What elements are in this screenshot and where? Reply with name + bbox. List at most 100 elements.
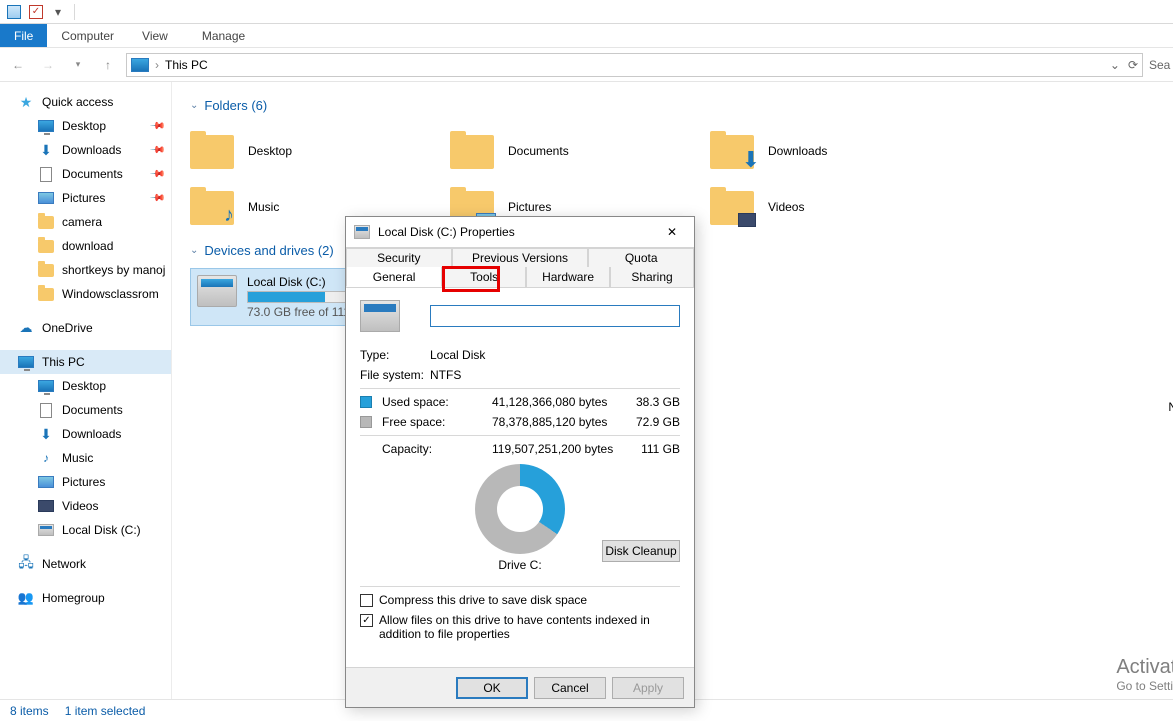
close-button[interactable]: ✕	[658, 221, 686, 243]
cloud-icon: ☁	[18, 320, 34, 336]
compress-checkbox-row[interactable]: Compress this drive to save disk space	[360, 593, 680, 607]
sidebar-pc-downloads[interactable]: ⬇Downloads	[0, 422, 171, 446]
tab-quota[interactable]: Quota	[588, 248, 694, 267]
free-gb: 72.9 GB	[620, 415, 680, 429]
folder-icon	[38, 240, 54, 253]
document-icon	[40, 167, 52, 182]
pictures-icon	[38, 476, 54, 488]
folder-icon	[190, 131, 236, 171]
tab-tools[interactable]: Tools	[442, 267, 526, 287]
apply-button[interactable]: Apply	[612, 677, 684, 699]
index-checkbox-row[interactable]: ✓ Allow files on this drive to have cont…	[360, 613, 680, 641]
music-icon: ♪	[38, 450, 54, 466]
free-bytes: 78,378,885,120 bytes	[492, 415, 620, 429]
sidebar-onedrive[interactable]: ☁OneDrive	[0, 316, 171, 340]
folder-documents[interactable]: Documents	[450, 123, 710, 179]
cancel-button[interactable]: Cancel	[534, 677, 606, 699]
ok-button[interactable]: OK	[456, 677, 528, 699]
document-icon	[40, 403, 52, 418]
tab-previous-versions[interactable]: Previous Versions	[452, 248, 589, 267]
volume-label-input[interactable]	[430, 305, 680, 327]
sidebar-pc-music[interactable]: ♪Music	[0, 446, 171, 470]
compress-checkbox[interactable]	[360, 594, 373, 607]
videos-icon	[38, 500, 54, 512]
ribbon-tabs: File Computer View Manage	[0, 24, 1173, 48]
sidebar-pictures[interactable]: Pictures📌	[0, 186, 171, 210]
qat-icon-1[interactable]	[4, 2, 24, 22]
filesystem-value: NTFS	[430, 368, 461, 382]
tab-sharing[interactable]: Sharing	[610, 267, 694, 287]
recent-dropdown[interactable]: ▾	[66, 53, 90, 77]
sidebar-documents[interactable]: Documents📌	[0, 162, 171, 186]
index-checkbox[interactable]: ✓	[360, 614, 373, 627]
desktop-icon	[38, 120, 54, 132]
drive-icon	[197, 275, 237, 307]
qat-icon-2[interactable]: ✓	[26, 2, 46, 22]
quick-access-toolbar: ✓ ▾ Drive Tools This PC	[0, 0, 1173, 24]
up-button[interactable]: ↑	[96, 53, 120, 77]
capacity-gb: 111 GB	[620, 442, 680, 456]
refresh-icon[interactable]: ⟳	[1128, 58, 1138, 72]
tab-row-front: General Tools Hardware Sharing	[346, 267, 694, 287]
tab-security[interactable]: Security	[346, 248, 452, 267]
tab-general[interactable]: General	[346, 267, 442, 287]
sidebar-pc-pictures[interactable]: Pictures	[0, 470, 171, 494]
address-dropdown-icon[interactable]: ⌄	[1110, 58, 1120, 72]
tab-hardware[interactable]: Hardware	[526, 267, 610, 287]
view-tab[interactable]: View	[128, 24, 182, 47]
back-button[interactable]: ←	[6, 53, 30, 77]
star-icon: ★	[18, 94, 34, 110]
free-color-swatch	[360, 416, 372, 428]
sidebar-shortkeys[interactable]: shortkeys by manoj	[0, 258, 171, 282]
chevron-down-icon: ⌄	[190, 100, 198, 111]
sidebar-windowsclassroom[interactable]: Windowsclassrom	[0, 282, 171, 306]
dialog-titlebar[interactable]: Local Disk (C:) Properties ✕	[346, 217, 694, 247]
sidebar-pc-desktop[interactable]: Desktop	[0, 374, 171, 398]
qat-dropdown-icon[interactable]: ▾	[48, 2, 68, 22]
sidebar-camera[interactable]: camera	[0, 210, 171, 234]
compress-label: Compress this drive to save disk space	[379, 593, 587, 607]
this-pc-icon	[131, 58, 149, 72]
sidebar-this-pc[interactable]: This PC	[0, 350, 171, 374]
manage-tab[interactable]: Manage	[188, 24, 259, 47]
sidebar-download-folder[interactable]: download	[0, 234, 171, 258]
chevron-down-icon: ⌄	[190, 245, 198, 256]
tab-row-back: Security Previous Versions Quota	[346, 247, 694, 267]
computer-tab[interactable]: Computer	[47, 24, 128, 47]
sidebar-desktop[interactable]: Desktop📌	[0, 114, 171, 138]
edge-letter: N	[1168, 400, 1173, 414]
folder-icon: ⬇	[710, 131, 756, 171]
pin-icon: 📌	[148, 142, 165, 159]
folders-group-header[interactable]: ⌄Folders (6)	[190, 98, 1155, 113]
dialog-button-row: OK Cancel Apply	[346, 667, 694, 707]
sidebar-pc-localdisk[interactable]: Local Disk (C:)	[0, 518, 171, 542]
pin-icon: 📌	[148, 166, 165, 183]
used-label: Used space:	[382, 395, 492, 409]
file-tab[interactable]: File	[0, 24, 47, 47]
search-box[interactable]: Sea	[1149, 58, 1167, 72]
folder-icon	[38, 216, 54, 229]
folder-downloads[interactable]: ⬇Downloads	[710, 123, 970, 179]
folder-desktop[interactable]: Desktop	[190, 123, 450, 179]
sidebar-network[interactable]: 🖧Network	[0, 552, 171, 576]
index-label: Allow files on this drive to have conten…	[379, 613, 659, 641]
pc-icon	[18, 356, 34, 368]
sidebar-pc-videos[interactable]: Videos	[0, 494, 171, 518]
nav-row: ← → ▾ ↑ › This PC ⌄ ⟳ Sea	[0, 48, 1173, 82]
sidebar-quick-access[interactable]: ★Quick access	[0, 90, 171, 114]
address-bar[interactable]: › This PC ⌄ ⟳	[126, 53, 1143, 77]
disk-cleanup-button[interactable]: Disk Cleanup	[602, 540, 680, 562]
folder-videos[interactable]: Videos	[710, 179, 970, 235]
network-icon: 🖧	[18, 556, 34, 572]
forward-button[interactable]: →	[36, 53, 60, 77]
sidebar-homegroup[interactable]: 👥Homegroup	[0, 586, 171, 610]
used-gb: 38.3 GB	[620, 395, 680, 409]
sidebar-downloads[interactable]: ⬇Downloads📌	[0, 138, 171, 162]
type-value: Local Disk	[430, 348, 485, 362]
drive-large-icon	[360, 300, 400, 332]
capacity-bytes: 119,507,251,200 bytes	[492, 442, 620, 456]
drive-icon	[354, 225, 370, 239]
sidebar-pc-documents[interactable]: Documents	[0, 398, 171, 422]
status-selected-count: 1 item selected	[65, 704, 146, 718]
navigation-pane: ★Quick access Desktop📌 ⬇Downloads📌 Docum…	[0, 82, 172, 699]
